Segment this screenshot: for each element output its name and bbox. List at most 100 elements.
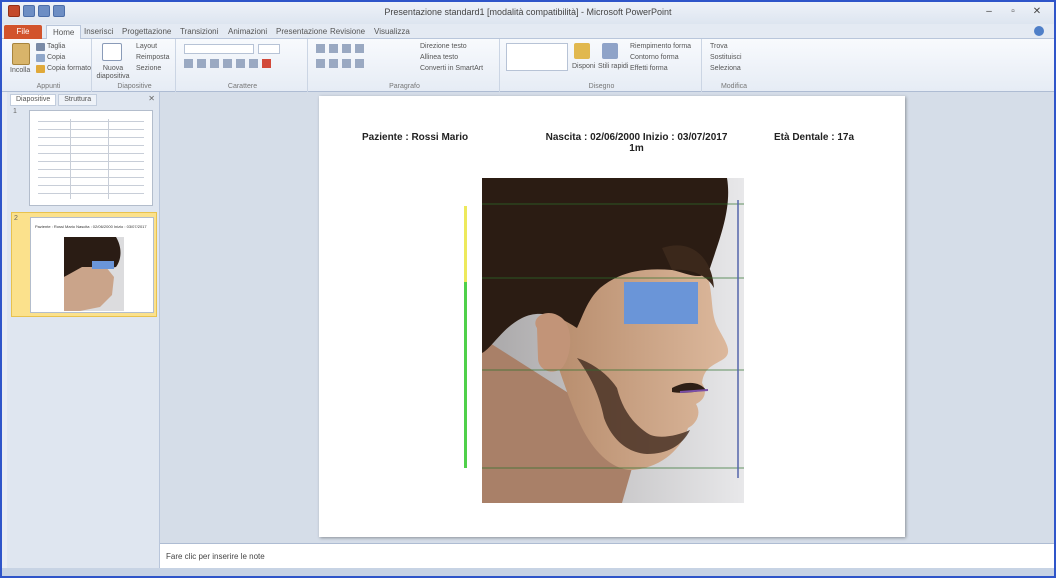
font-format-buttons	[184, 59, 302, 69]
dental-age-text[interactable]: Età Dentale : 17a	[774, 132, 854, 143]
font-color-icon[interactable]	[262, 59, 271, 68]
font-name-box[interactable]	[184, 44, 254, 54]
align-center-icon[interactable]	[329, 59, 338, 68]
tab-insert[interactable]: Inserisci	[78, 25, 119, 39]
slides-panel: Diapositive Struttura ✕ 1 2 Paziente: R…	[7, 92, 160, 570]
find-button[interactable]: Trova	[710, 43, 728, 50]
bold-icon[interactable]	[184, 59, 193, 68]
bullets-icon[interactable]	[316, 44, 325, 53]
patient-profile-photo[interactable]	[482, 178, 744, 503]
vertical-proportion-bar[interactable]	[462, 206, 468, 468]
window-controls: – ▫ ✕	[978, 4, 1048, 20]
tab-file[interactable]: File	[4, 25, 42, 39]
copy-button[interactable]: Copia	[47, 54, 65, 61]
new-slide-icon[interactable]	[102, 43, 122, 61]
strikethrough-icon[interactable]	[223, 59, 232, 68]
indent-increase-icon[interactable]	[355, 44, 364, 53]
title-bar: Presentazione standard1 [modalità compat…	[2, 2, 1054, 24]
new-slide-button[interactable]: Nuova diapositiva	[96, 65, 130, 81]
quick-styles-button[interactable]: Stili rapidi	[598, 63, 628, 70]
italic-icon[interactable]	[197, 59, 206, 68]
align-text-button[interactable]: Allinea testo	[420, 54, 458, 61]
notes-pane[interactable]: Fare clic per inserire le note	[160, 543, 1054, 570]
editing-group-label: Modifica	[720, 83, 748, 90]
shapes-gallery[interactable]	[506, 43, 568, 71]
slide-editing-area: Paziente : Rossi Mario Nascita : 02/06/2…	[160, 92, 1054, 543]
tab-outline[interactable]: Struttura	[58, 94, 98, 106]
cut-icon	[36, 43, 45, 51]
replace-button[interactable]: Sostituisci	[710, 54, 742, 61]
drawing-group: Disponi Stili rapidi Riempimento forma C…	[502, 39, 702, 92]
current-slide[interactable]: Paziente : Rossi Mario Nascita : 02/06/2…	[319, 96, 905, 537]
tab-home[interactable]: Home	[46, 25, 82, 39]
list-buttons	[316, 44, 364, 53]
tab-transitions[interactable]: Transizioni	[174, 25, 224, 39]
help-icon[interactable]	[1034, 26, 1044, 36]
select-button[interactable]: Seleziona	[710, 65, 741, 72]
align-buttons	[316, 59, 364, 68]
shape-effects-button[interactable]: Effetti forma	[630, 65, 668, 72]
quick-styles-icon[interactable]	[602, 43, 618, 59]
align-left-icon[interactable]	[316, 59, 325, 68]
underline-icon[interactable]	[210, 59, 219, 68]
font-group-label: Carattere	[227, 83, 258, 90]
format-painter-icon	[36, 65, 45, 73]
eye-mask-rectangle	[624, 282, 698, 324]
tab-animations[interactable]: Animazioni	[222, 25, 273, 39]
tab-slides[interactable]: Diapositive	[10, 94, 57, 106]
dates-text[interactable]: Nascita : 02/06/2000 Inizio : 03/07/2017…	[539, 132, 734, 154]
panel-close-icon[interactable]: ✕	[148, 94, 155, 103]
reset-button[interactable]: Reimposta	[136, 54, 169, 61]
thumbnail-table-preview	[29, 110, 153, 206]
spacing-icon[interactable]	[249, 59, 258, 68]
arrange-icon[interactable]	[574, 43, 590, 59]
font-group: Carattere	[178, 39, 308, 92]
slide-number: 1	[13, 108, 17, 115]
shape-outline-button[interactable]: Contorno forma	[630, 54, 679, 61]
panel-tabs: Diapositive Struttura	[10, 94, 98, 106]
indent-decrease-icon[interactable]	[342, 44, 351, 53]
paragraph-group-label: Paragrafo	[389, 83, 420, 90]
shadow-icon[interactable]	[236, 59, 245, 68]
clipboard-group: Incolla Taglia Copia Copia formato Appun…	[6, 39, 92, 92]
maximize-button[interactable]: ▫	[1002, 4, 1024, 20]
patient-name-text[interactable]: Paziente : Rossi Mario	[362, 132, 468, 143]
tab-view[interactable]: Visualizza	[368, 25, 416, 39]
layout-button[interactable]: Layout	[136, 43, 157, 50]
thumbnail-face-image	[64, 237, 124, 311]
slide-number: 2	[14, 215, 18, 222]
slides-group-label: Diapositive	[117, 83, 152, 90]
editing-group: Trova Sostituisci Seleziona Modifica	[704, 39, 764, 92]
shape-fill-button[interactable]: Riempimento forma	[630, 43, 691, 50]
drawing-group-label: Disegno	[588, 83, 615, 90]
ribbon: Incolla Taglia Copia Copia formato Appun…	[2, 39, 1054, 92]
powerpoint-window: Presentazione standard1 [modalità compat…	[0, 0, 1056, 578]
convert-smartart-button[interactable]: Converti in SmartArt	[420, 65, 483, 72]
slide-thumbnail-1[interactable]: 1	[11, 106, 157, 211]
paragraph-group: Direzione testo Allinea testo Converti i…	[310, 39, 500, 92]
section-button[interactable]: Sezione	[136, 65, 161, 72]
cut-button[interactable]: Taglia	[47, 43, 65, 50]
text-direction-button[interactable]: Direzione testo	[420, 43, 467, 50]
slides-group: Nuova diapositiva Layout Reimposta Sezio…	[94, 39, 176, 92]
format-painter-button[interactable]: Copia formato	[47, 65, 91, 72]
tab-design[interactable]: Progettazione	[116, 25, 177, 39]
close-button[interactable]: ✕	[1026, 4, 1048, 20]
numbering-icon[interactable]	[329, 44, 338, 53]
status-bar	[2, 568, 1054, 576]
paste-button[interactable]: Incolla	[10, 67, 30, 74]
thumbnail-photo-preview: Paziente : Rossi Mario Nascita : 02/06/2…	[30, 217, 154, 313]
ribbon-tabs: File Home Inserisci Progettazione Transi…	[2, 24, 1054, 39]
align-right-icon[interactable]	[342, 59, 351, 68]
clipboard-group-label: Appunti	[36, 83, 61, 90]
tab-review[interactable]: Revisione	[324, 25, 371, 39]
window-title: Presentazione standard1 [modalità compat…	[384, 7, 672, 17]
birth-start-continuation: 1m	[629, 143, 644, 154]
notes-placeholder: Fare clic per inserire le note	[166, 552, 265, 561]
paste-icon[interactable]	[12, 43, 30, 65]
justify-icon[interactable]	[355, 59, 364, 68]
minimize-button[interactable]: –	[978, 4, 1000, 20]
slide-thumbnail-2[interactable]: 2 Paziente : Rossi Mario Nascita : 02/06…	[11, 212, 157, 317]
font-size-box[interactable]	[258, 44, 280, 54]
arrange-button[interactable]: Disponi	[572, 63, 595, 70]
